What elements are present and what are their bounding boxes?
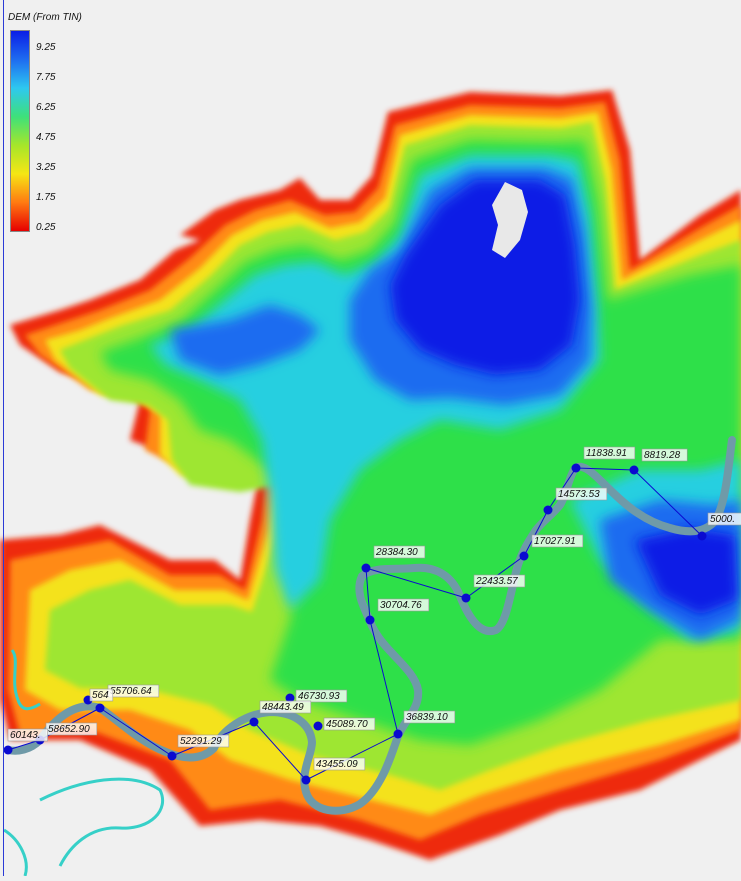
station-label: 36839.10 <box>406 712 448 723</box>
station-marker[interactable] <box>250 718 259 727</box>
station-marker[interactable] <box>96 704 105 713</box>
station-label: 55706.64 <box>110 686 152 697</box>
legend-tick: 9.25 <box>36 42 55 53</box>
station-label: 45089.70 <box>326 719 368 730</box>
station-marker[interactable] <box>302 776 311 785</box>
station-marker[interactable] <box>362 564 371 573</box>
station-marker[interactable] <box>698 532 707 541</box>
station-label: 11838.91 <box>586 448 627 459</box>
station-marker[interactable] <box>168 752 177 761</box>
legend-tick: 1.75 <box>36 192 55 203</box>
station-label: 22433.57 <box>475 576 518 587</box>
legend-tick: 4.75 <box>36 132 55 143</box>
legend-color-ramp <box>10 30 30 232</box>
station-label: 52291.29 <box>180 736 222 747</box>
station-marker[interactable] <box>394 730 403 739</box>
station-label: 17027.91 <box>534 536 576 547</box>
map-canvas: 5000. 8819.28 11838.91 14573.53 17027.91 2243… <box>0 0 741 876</box>
legend-tick: 7.75 <box>36 72 55 83</box>
station-marker[interactable] <box>630 466 639 475</box>
station-marker[interactable] <box>366 616 375 625</box>
station-label: 28384.30 <box>375 547 418 558</box>
station-label: 60143. <box>10 730 41 741</box>
station-marker[interactable] <box>314 722 323 731</box>
legend-tick: 3.25 <box>36 162 55 173</box>
dem-surface <box>0 90 741 876</box>
map-frame-line <box>3 0 4 876</box>
station-marker[interactable] <box>520 552 529 561</box>
dem-map[interactable]: 5000. 8819.28 11838.91 14573.53 17027.91 2243… <box>0 0 741 876</box>
station-label: 58652.90 <box>48 724 90 735</box>
legend: DEM (From TIN) 9.25 7.75 6.25 4.75 3.25 … <box>8 12 78 23</box>
station-label: 30704.76 <box>380 600 422 611</box>
station-label: 43455.09 <box>316 759 358 770</box>
legend-tick: 6.25 <box>36 102 55 113</box>
station-label: 564 <box>92 690 109 701</box>
station-label: 48443.49 <box>262 702 304 713</box>
station-marker[interactable] <box>572 464 581 473</box>
station-label: 14573.53 <box>558 489 600 500</box>
station-label: 5000. <box>710 514 735 525</box>
station-marker[interactable] <box>4 746 13 755</box>
legend-tick: 0.25 <box>36 222 55 233</box>
legend-title: DEM (From TIN) <box>8 12 78 23</box>
station-label: 8819.28 <box>644 450 681 461</box>
station-label: 46730.93 <box>298 691 340 702</box>
station-marker[interactable] <box>462 594 471 603</box>
station-marker[interactable] <box>544 506 553 515</box>
